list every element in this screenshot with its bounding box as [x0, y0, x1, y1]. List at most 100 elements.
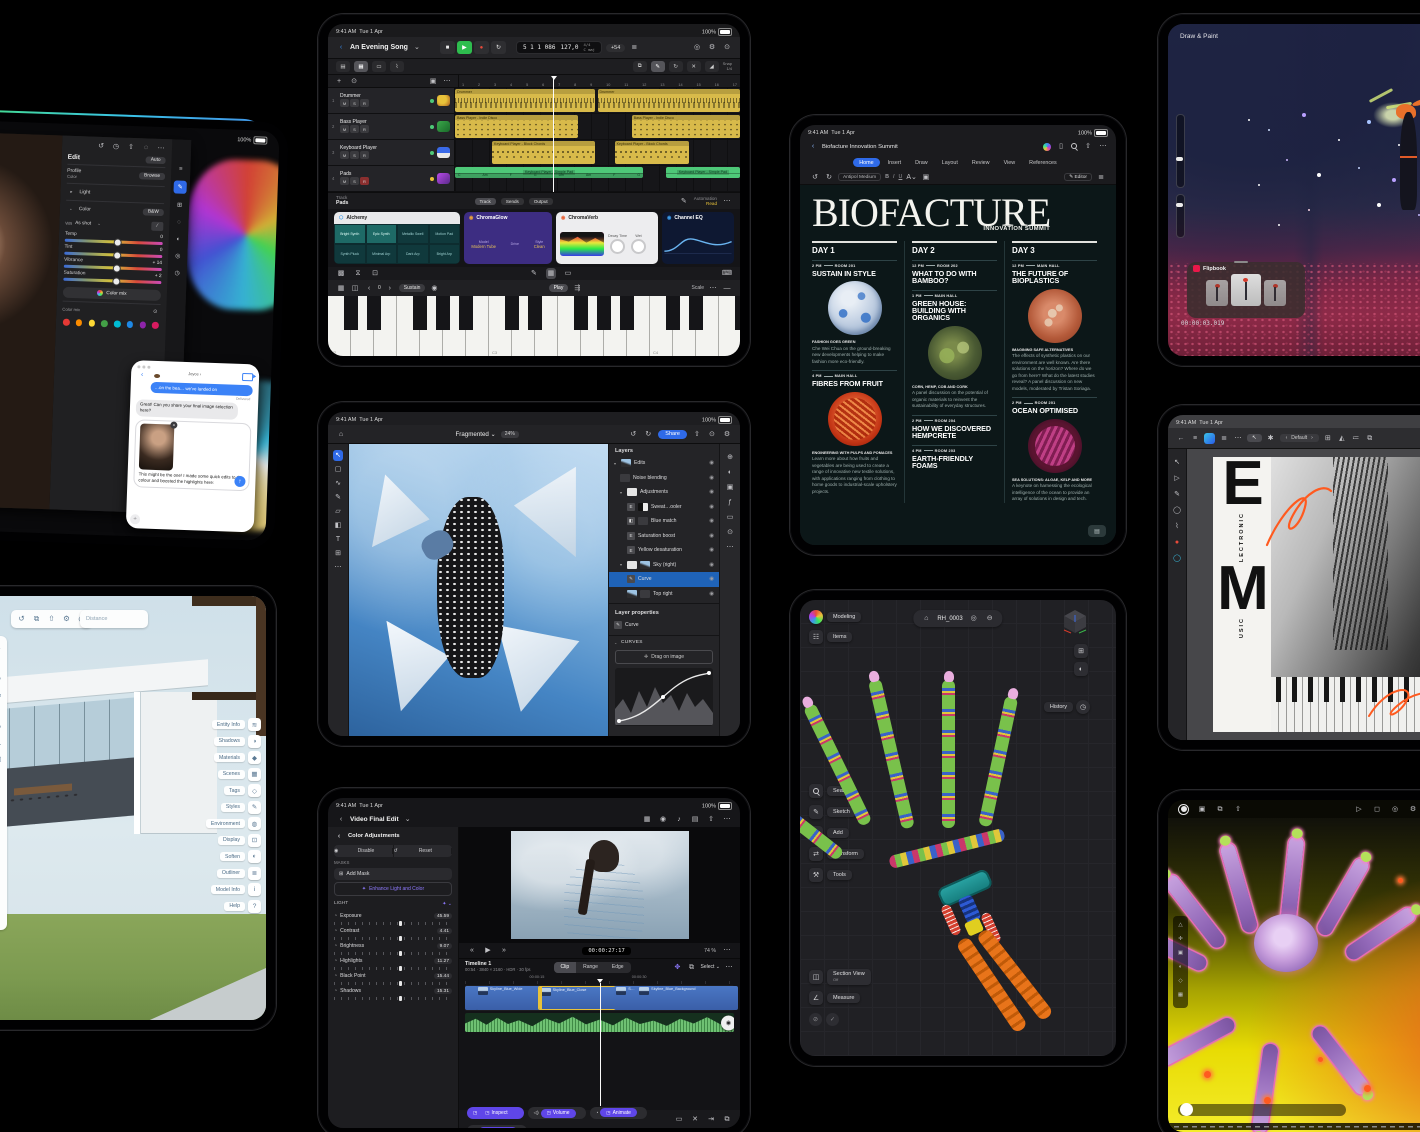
- tape-tool[interactable]: ∠: [0, 740, 4, 749]
- clip-selected[interactable]: Skyline_Blue_Close: [538, 986, 619, 1010]
- collapse-icon[interactable]: —: [722, 283, 732, 294]
- zoom-level[interactable]: 24%: [501, 431, 519, 438]
- trash-icon[interactable]: ▭: [674, 1114, 684, 1125]
- material-icon[interactable]: ◇: [1176, 978, 1186, 986]
- snap-setting[interactable]: Snap1/4: [723, 62, 732, 72]
- record-enable-button[interactable]: R: [360, 177, 369, 185]
- mixer-icon[interactable]: ≣: [629, 42, 639, 53]
- save-icon[interactable]: ▣: [1197, 804, 1207, 815]
- duplicate-tool-icon[interactable]: ⧉: [633, 61, 647, 72]
- more-icon[interactable]: ⋯: [722, 196, 732, 207]
- layer-row[interactable]: ESaturation boost◉: [609, 529, 719, 544]
- folder-icon[interactable]: ⧉: [1215, 804, 1225, 815]
- profile-row[interactable]: ProfileColor Browse: [67, 164, 165, 183]
- overwrite-icon[interactable]: ⧉: [686, 962, 696, 973]
- record-enable-button[interactable]: R: [360, 151, 369, 159]
- track-row-keyboard[interactable]: 3 Keyboard Player MSR Keyboard Player - …: [328, 140, 740, 166]
- alchemy-snapshot-cell[interactable]: Bright Arp: [429, 244, 461, 264]
- io-icon[interactable]: ⊡: [370, 268, 380, 279]
- logic-screen[interactable]: 9:41 AM Tue 1 Apr 100% ‹ An Evening Song…: [328, 24, 740, 356]
- panel-button[interactable]: Help: [224, 900, 261, 913]
- solo-button[interactable]: S: [350, 177, 359, 185]
- more-icon[interactable]: ⋯: [156, 143, 166, 154]
- plugin-chromaverb[interactable]: ◉ChromaVerb Decay Time Wet: [556, 212, 658, 264]
- highlight-icon[interactable]: ▣: [921, 172, 931, 183]
- brush-tool[interactable]: ✎: [333, 492, 343, 503]
- sustain-button[interactable]: Sustain: [399, 284, 426, 292]
- font-size-icon[interactable]: A⌄: [906, 172, 917, 183]
- target-icon[interactable]: ⊙: [150, 307, 160, 318]
- enhance-button[interactable]: ✦Enhance Light and Color: [334, 882, 452, 896]
- timeline-tool-button[interactable]: Multicam: [467, 1125, 527, 1128]
- catch-icon[interactable]: ▣: [428, 76, 438, 87]
- brush-size-slider[interactable]: [1176, 114, 1185, 188]
- mute-button[interactable]: M: [340, 177, 349, 185]
- measure-button[interactable]: Measure: [827, 993, 860, 1003]
- ribbon-tab[interactable]: View: [998, 158, 1022, 167]
- workspace-select[interactable]: ‹Default›: [1280, 434, 1319, 442]
- layer-row[interactable]: Top right◉: [609, 587, 719, 602]
- solo-button[interactable]: S: [350, 151, 359, 159]
- snap-icon[interactable]: ⊞: [1323, 433, 1333, 444]
- panel-button-icon[interactable]: [248, 867, 261, 880]
- mic-icon[interactable]: ♪: [674, 814, 684, 825]
- keyboard-layout-icon[interactable]: ⌨: [722, 268, 732, 279]
- zoom-out-icon[interactable]: ⊖: [985, 613, 995, 624]
- page-view-button[interactable]: ▤: [1088, 525, 1106, 537]
- frame-thumbnail[interactable]: [1264, 280, 1286, 306]
- alchemy-snapshot-cell[interactable]: Epic Synth: [366, 224, 398, 244]
- tab-sends[interactable]: Sends: [501, 198, 524, 205]
- play-button[interactable]: ▶: [457, 41, 472, 54]
- node-tool[interactable]: ▷: [1172, 473, 1182, 484]
- shapr3d-screen[interactable]: Modeling ☷ Items ⌂ RH_0003 ◎ ⊖: [800, 600, 1116, 1056]
- region-keys-1[interactable]: Keyboard Player - Block Chords: [492, 141, 595, 164]
- region-drummer-2[interactable]: Drummer: [598, 89, 741, 112]
- panel-button[interactable]: Display: [218, 834, 261, 847]
- flipbook-panel[interactable]: Flipbook: [1187, 262, 1305, 318]
- duplicate-icon[interactable]: ⧉: [1365, 433, 1375, 444]
- color-channel-dot[interactable]: [63, 319, 70, 326]
- play-icon[interactable]: ▷: [1354, 804, 1364, 815]
- panel-button[interactable]: Scenes: [218, 768, 261, 781]
- measurement-input[interactable]: Distance: [80, 610, 148, 628]
- share-button[interactable]: Share: [658, 430, 687, 439]
- color-channel-dot[interactable]: [101, 320, 108, 327]
- color-slider[interactable]: ◔Highlights11.27: [334, 956, 452, 971]
- timeline-zoom[interactable]: 74 %: [704, 948, 716, 954]
- timeline[interactable]: Timeline 1 00:54 · 3840 × 2160 · HDR · 3…: [459, 958, 740, 1128]
- prev-frame-icon[interactable]: «: [467, 945, 477, 956]
- lcd-display[interactable]: 5 1 1 086 127,0 4/4C maj: [516, 41, 602, 54]
- items-label[interactable]: Items: [827, 632, 852, 642]
- eye-icon[interactable]: ◉: [709, 489, 714, 495]
- light-section[interactable]: ▸Light: [66, 182, 164, 200]
- presets-icon[interactable]: ≡: [176, 164, 186, 175]
- color-slider[interactable]: ◔Shadows15.31: [334, 986, 452, 1001]
- drag-on-image-button[interactable]: ✛Drag on image: [615, 650, 713, 664]
- plugin-chromaglow[interactable]: ◉ChromaGlow ModelModern Tube Drive Style…: [464, 212, 552, 264]
- color-channel-dot[interactable]: [114, 320, 121, 327]
- word-screen[interactable]: 9:41 AM Tue 1 Apr 100% ‹ Biofacture Inno…: [800, 125, 1116, 545]
- color-slider[interactable]: ◔Brightness9.07: [334, 941, 452, 956]
- playhead[interactable]: [553, 76, 554, 192]
- loop-tool-icon[interactable]: ↻: [669, 61, 683, 72]
- move-tool-selected[interactable]: ↖: [1247, 434, 1262, 442]
- crop-icon[interactable]: ⊞: [174, 199, 184, 210]
- lens-icon[interactable]: ◎: [173, 250, 183, 261]
- wet-knob[interactable]: [631, 239, 646, 254]
- shading-icon[interactable]: ◐: [1176, 964, 1186, 972]
- procreate-canvas[interactable]: Draw & Paint Flipbook 00:00:03.019: [1168, 24, 1420, 356]
- layer-row[interactable]: ▾Sky (right)◉: [609, 558, 719, 573]
- back-icon[interactable]: ‹: [808, 141, 818, 152]
- decay-knob[interactable]: [610, 239, 625, 254]
- pencil-icon[interactable]: ✎: [529, 268, 539, 279]
- eye-icon[interactable]: ◉: [709, 562, 714, 568]
- viewer[interactable]: [459, 827, 740, 943]
- frame-icon[interactable]: ▣: [1176, 950, 1186, 958]
- color-channel-dot[interactable]: [88, 320, 95, 327]
- facetime-icon[interactable]: [242, 373, 253, 381]
- type-tool[interactable]: T: [333, 534, 343, 545]
- redo-icon[interactable]: ↻: [643, 429, 653, 440]
- timeline-mode-tab[interactable]: Range: [576, 962, 605, 973]
- alchemy-snapshot-cell[interactable]: Metallic Swell: [397, 224, 429, 244]
- octave-up-icon[interactable]: ›: [385, 283, 395, 294]
